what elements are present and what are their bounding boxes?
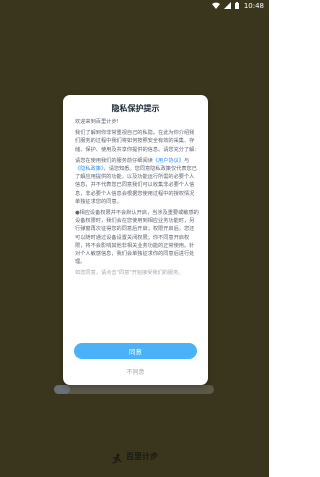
and-text: 与 (183, 157, 190, 164)
dialog-paragraph-3: ●相应设备权限并不会默认开启，当涉及重要或敏感的设备权限时，我们会在您使用到相应… (75, 210, 199, 266)
runner-logo-icon (111, 450, 123, 464)
status-icons (212, 2, 239, 9)
status-time: 10:48 (243, 2, 264, 10)
dialog-paragraph-1: 我们了解到你非常重视自己的私隐。在此为你介绍我们服务的过程中我们将如何按照安全有… (75, 130, 197, 153)
status-bar: 10:48 (0, 0, 269, 14)
dialog-paragraph-2: 请您在使用我们的服务前仔细阅读《用户协议》与《隐私政策》，请您知悉。您同意隐私政… (75, 157, 199, 206)
privacy-policy-link[interactable]: 《隐私政策》 (75, 166, 104, 172)
app-name: 百里计步 (126, 451, 158, 461)
signal-icon (224, 2, 231, 9)
loading-progress-bar (54, 385, 214, 394)
privacy-dialog: 隐私保护提示 欢迎来到百里计步! 我们了解到你非常重视自己的私隐。在此为你介绍我… (63, 95, 208, 385)
agree-button[interactable]: 同意 (74, 343, 197, 359)
dialog-paragraph-4: 如您同意，请点击"同意"开始接受我们的服务。 (75, 270, 184, 277)
loading-progress-fill (54, 385, 70, 394)
disagree-button[interactable]: 不同意 (63, 367, 208, 376)
user-agreement-link[interactable]: 《用户协议》 (153, 158, 184, 164)
battery-icon (235, 2, 239, 9)
p2-before-text: 请您在使用我们的服务前仔细阅读 (75, 157, 153, 164)
dialog-intro: 欢迎来到百里计步! (75, 119, 119, 125)
footer-brand: 百里计步 (0, 447, 269, 465)
app-screen: 10:48 百里计步 隐私保护提示 欢迎来到百里计步! 我们了解到你非常重视自己… (0, 0, 269, 477)
dialog-body: 欢迎来到百里计步! 我们了解到你非常重视自己的私隐。在此为你介绍我们服务的过程中… (75, 118, 199, 343)
dialog-title: 隐私保护提示 (111, 104, 160, 113)
wifi-icon (212, 2, 220, 9)
